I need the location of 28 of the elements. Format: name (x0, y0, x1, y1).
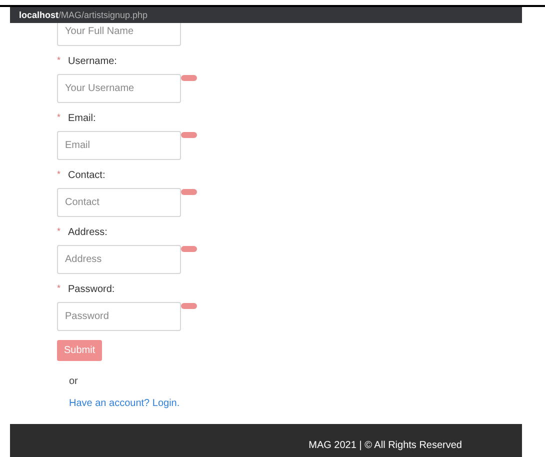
field-label: Username: (68, 54, 117, 68)
input-field[interactable]: Address (57, 245, 181, 274)
submit-button[interactable]: Submit (57, 340, 102, 361)
field-label: Contact: (68, 168, 106, 182)
or-text: or (69, 375, 78, 389)
input-field[interactable]: Email (57, 131, 181, 160)
validation-indicator (181, 303, 197, 309)
url-host: localhost (19, 10, 59, 20)
validation-indicator (181, 75, 197, 81)
required-asterisk: * (57, 225, 62, 238)
footer-text: MAG 2021 | © All Rights Reserved (308, 439, 462, 453)
url-path: /MAG/artistsignup.php (58, 10, 148, 20)
field-label: Email: (68, 112, 96, 126)
input-field[interactable]: Password (57, 302, 181, 331)
field-label: Address: (68, 226, 108, 240)
address-bar[interactable]: localhost/MAG/artistsignup.php (10, 7, 522, 23)
input-field[interactable]: Your Username (57, 74, 181, 103)
login-link[interactable]: Have an account? Login. (69, 396, 180, 411)
validation-indicator (181, 132, 197, 138)
required-asterisk: * (57, 282, 62, 296)
validation-indicator (181, 189, 197, 195)
input-field[interactable]: Your Full Name (57, 23, 181, 46)
required-asterisk: * (57, 54, 62, 68)
required-asterisk: * (57, 111, 62, 124)
input-field[interactable]: Contact (57, 188, 181, 217)
required-asterisk: * (57, 168, 62, 182)
validation-indicator (181, 246, 197, 252)
field-label: Password: (68, 282, 115, 296)
